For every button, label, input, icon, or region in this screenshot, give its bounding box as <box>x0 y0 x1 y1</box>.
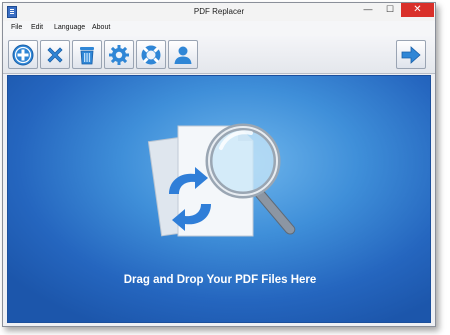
menu-bar: File Edit Language About <box>3 21 435 36</box>
pdf-search-graphic-icon <box>147 123 296 237</box>
close-window-button[interactable]: ✕ <box>401 3 434 17</box>
menu-language[interactable]: Language <box>54 21 85 36</box>
clear-button[interactable] <box>72 40 102 69</box>
gear-icon <box>109 45 129 65</box>
close-icon <box>47 47 63 63</box>
drop-zone[interactable]: Drag and Drop Your PDF Files Here <box>7 75 431 323</box>
toolbar <box>3 36 435 74</box>
maximize-button[interactable]: ☐ <box>379 3 401 17</box>
minimize-button[interactable]: — <box>357 3 379 17</box>
menu-about[interactable]: About <box>92 21 110 36</box>
settings-button[interactable] <box>104 40 134 69</box>
menu-file[interactable]: File <box>11 21 22 36</box>
title-bar: PDF Replacer — ☐ ✕ <box>3 3 435 21</box>
menu-edit[interactable]: Edit <box>31 21 43 36</box>
add-button[interactable] <box>8 40 38 69</box>
trash-icon <box>80 47 94 65</box>
drop-instruction: Drag and Drop Your PDF Files Here <box>123 274 317 286</box>
account-button[interactable] <box>168 40 198 69</box>
user-icon <box>174 46 192 64</box>
next-button[interactable] <box>396 40 426 69</box>
arrow-right-icon <box>401 46 421 64</box>
add-icon <box>12 44 34 66</box>
help-button[interactable] <box>136 40 166 69</box>
lifebuoy-icon <box>141 45 161 65</box>
app-window: PDF Replacer — ☐ ✕ File Edit Language Ab… <box>2 2 436 327</box>
remove-button[interactable] <box>40 40 70 69</box>
